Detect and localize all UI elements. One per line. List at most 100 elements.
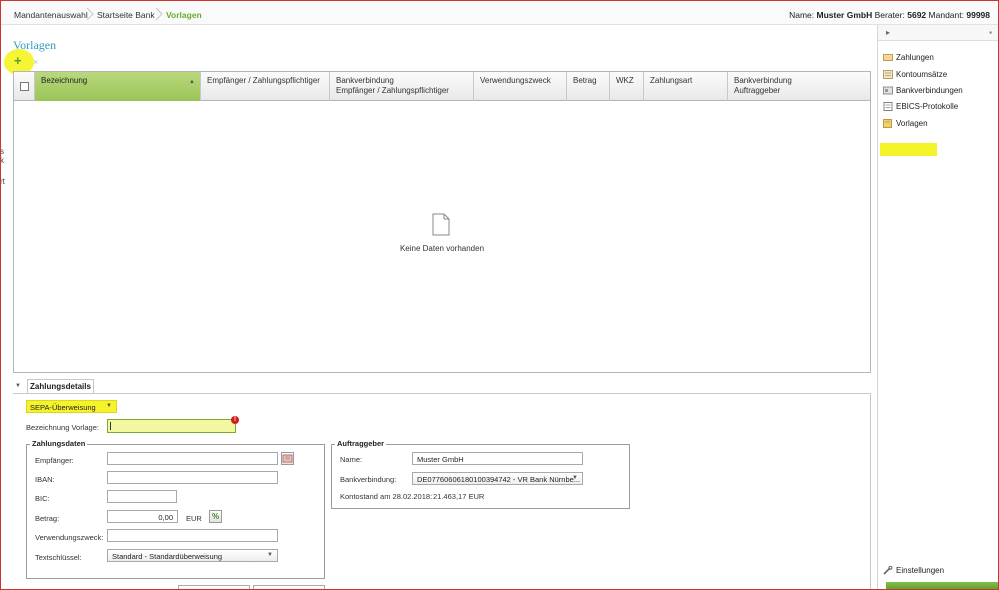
mandant-value: 99998 [966,10,990,20]
sidebar-item-vorlagen[interactable]: Vorlagen [883,116,928,130]
percent-icon[interactable]: % [209,510,222,523]
mandant-label: Mandant: [928,10,964,20]
column-label: Bankverbindung [734,76,792,85]
sidebar-item-label: Zahlungen [896,52,934,62]
auftraggeber-bank-select[interactable]: DE07760606180100394742 - VR Bank Nürnbe.… [412,472,583,485]
tab-divider [13,393,871,394]
wrench-icon [883,565,893,575]
breadcrumb-mandantenauswahl[interactable]: Mandantenauswahl [14,10,88,20]
bic-input[interactable] [107,490,177,503]
column-label: Empfänger / Zahlungspflichtiger [207,76,320,85]
kontostand-value: 21.463,17 EUR [433,492,485,501]
chevron-down-icon: ▼ [572,475,578,481]
template-name-label: Bezeichnung Vorlage: [26,423,99,432]
zahlungsdaten-legend: Zahlungsdaten [30,439,88,448]
iban-input[interactable] [107,471,278,484]
auftraggeber-name-input[interactable]: Muster GmbH [412,452,583,465]
tab-zahlungsdetails[interactable]: Zahlungsdetails [27,379,94,394]
berater-value: 5692 [907,10,927,20]
betrag-label: Betrag: [35,514,60,523]
verwendungszweck-input[interactable] [107,529,278,542]
template-name-input[interactable] [107,419,236,433]
error-icon: ! [231,416,239,424]
berater-label: Berater: [874,10,905,20]
column-label-line2: Empfänger / Zahlungspflichtiger [336,86,449,95]
select-all-column [14,72,35,101]
user-name-value: Muster GmbH [816,10,873,20]
status-bar [886,582,998,590]
bottom-button[interactable] [178,585,250,590]
kontostand-label: Kontostand am 28.02.2018: [340,492,433,501]
sidebar-header: ▸ ▪ [878,25,998,41]
sidebar-item-label: Einstellungen [896,565,945,575]
column-label: Verwendungszweck [480,76,551,85]
textschluessel-value: Standard - Standardüberweisung [112,552,223,561]
expand-sidebar-icon[interactable]: ▸ [886,28,890,37]
column-header-bezeichnung[interactable]: Bezeichnung ▲ [35,72,201,101]
column-label-line2: Auftraggeber [734,86,781,95]
sidebar-item-einstellungen[interactable]: Einstellungen [883,563,944,577]
right-sidebar: ▸ ▪ Zahlungen Kontoumsätze Bankverbindun… [877,25,998,590]
breadcrumb-vorlagen: Vorlagen [166,10,202,20]
empfaenger-input[interactable] [107,452,278,465]
clipped-text-fragment: k [0,156,4,165]
chevron-down-icon: ▼ [106,403,112,409]
column-header-empfaenger[interactable]: Empfänger / Zahlungspflichtiger [201,72,330,101]
verwendungszweck-label: Verwendungszweck: [35,533,104,542]
user-name-label: Name: [789,10,815,20]
clipped-text-fragment: rt [0,177,5,186]
pin-icon[interactable]: ▪ [989,28,992,37]
breadcrumb-separator-icon [86,8,94,20]
column-header-wkz[interactable]: WKZ [610,72,644,101]
column-label: Bezeichnung [41,76,88,85]
auftraggeber-bank-label: Bankverbindung: [340,475,397,484]
iban-label: IBAN: [35,475,55,484]
payment-type-select[interactable]: SEPA-Überweisung ▼ [26,400,117,413]
sidebar-item-label: Kontoumsätze [896,69,948,79]
column-header-bankverbindung-auftraggeber[interactable]: Bankverbindung Auftraggeber [728,72,870,101]
textschluessel-select[interactable]: Standard - Standardüberweisung ▼ [107,549,278,562]
address-book-icon[interactable] [281,452,294,465]
auftraggeber-legend: Auftraggeber [335,439,387,448]
ebics-protocol-icon [883,101,893,111]
select-all-checkbox[interactable] [20,82,29,91]
column-label: Bankverbindung [336,76,394,85]
bank-connections-icon [883,86,893,95]
breadcrumb-startseite-bank[interactable]: Startseite Bank [97,10,155,20]
breadcrumb-separator-icon [155,8,163,20]
column-header-bankverbindung-empfaenger[interactable]: Bankverbindung Empfänger / Zahlungspflic… [330,72,474,101]
bottom-button[interactable] [253,585,325,590]
clipped-text-fragment: s [0,147,4,156]
sidebar-item-bankverbindungen[interactable]: Bankverbindungen [883,83,963,97]
sidebar-item-kontoumsaetze[interactable]: Kontoumsätze [883,67,947,81]
chevron-down-icon: ▼ [267,552,273,558]
highlight-marker [880,143,937,156]
column-label: Zahlungsart [650,76,693,85]
delete-template-icon[interactable]: × [33,57,38,67]
empty-document-icon [432,213,450,236]
empfaenger-label: Empfänger: [35,456,74,465]
betrag-input[interactable]: 0,00 [107,510,178,523]
sort-ascending-icon: ▲ [189,79,195,85]
auftraggeber-bank-value: DE07760606180100394742 - VR Bank Nürnbe.… [417,475,581,484]
currency-label: EUR [186,514,202,523]
sidebar-item-ebics-protokolle[interactable]: EBICS-Protokolle [883,99,958,113]
bic-label: BIC: [35,494,50,503]
empty-state-text: Keine Daten vorhanden [399,244,485,253]
sidebar-item-label: Vorlagen [896,118,928,128]
grid-header: Bezeichnung ▲ Empfänger / Zahlungspflich… [14,72,870,101]
templates-icon [883,118,893,128]
panel-border [870,393,871,590]
column-label: Betrag [573,76,597,85]
textschluessel-label: Textschlüssel: [35,553,82,562]
add-template-icon[interactable]: + [14,54,22,67]
templates-grid: Bezeichnung ▲ Empfänger / Zahlungspflich… [13,71,871,373]
column-header-verwendungszweck[interactable]: Verwendungszweck [474,72,567,101]
collapse-details-icon[interactable]: ▼ [15,383,21,389]
sidebar-item-zahlungen[interactable]: Zahlungen [883,50,934,64]
column-header-betrag[interactable]: Betrag [567,72,610,101]
payment-type-value: SEPA-Überweisung [30,403,96,412]
column-header-zahlungsart[interactable]: Zahlungsart [644,72,728,101]
auftraggeber-name-label: Name: [340,455,363,464]
user-info: Name: Muster GmbH Berater: 5692 Mandant:… [789,10,990,20]
